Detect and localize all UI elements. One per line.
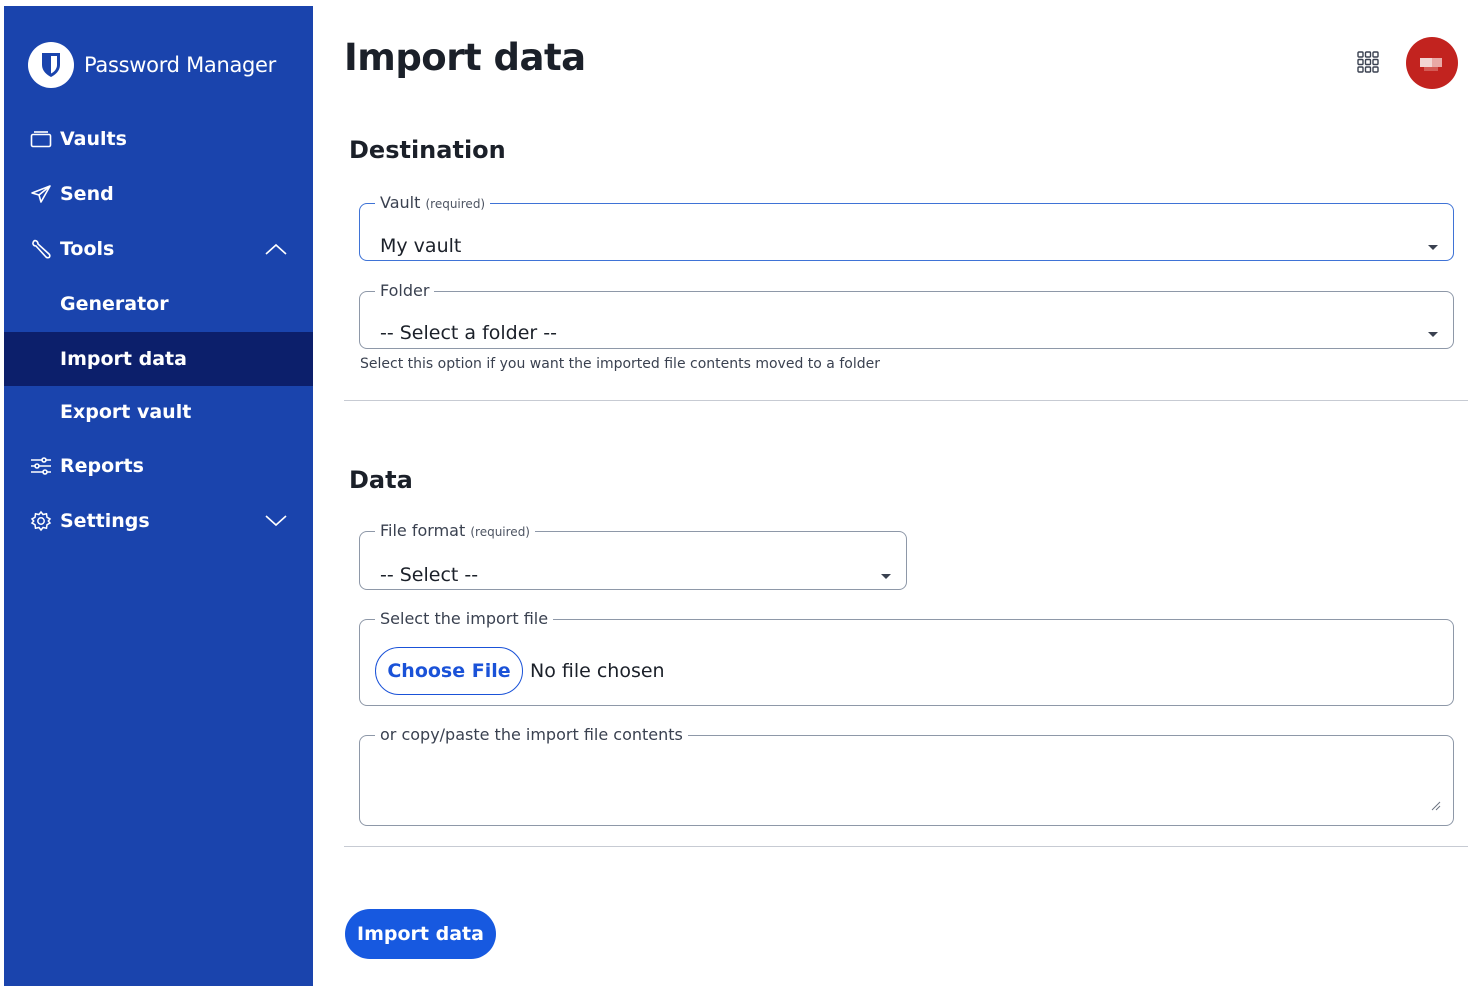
vault-icon bbox=[30, 128, 52, 150]
sidebar-item-label: Settings bbox=[60, 510, 150, 532]
sidebar-item-label: Tools bbox=[60, 238, 115, 260]
file-format-select[interactable]: File format (required) -- Select -- bbox=[359, 523, 907, 590]
sidebar-item-tools[interactable]: Tools bbox=[4, 222, 313, 276]
sidebar-item-send[interactable]: Send bbox=[4, 167, 313, 221]
folder-select[interactable]: Folder -- Select a folder -- bbox=[359, 283, 1454, 349]
sidebar-item-reports[interactable]: Reports bbox=[4, 439, 313, 493]
caret-down-icon bbox=[881, 574, 891, 579]
sidebar-item-label: Generator bbox=[60, 293, 169, 315]
folder-hint: Select this option if you want the impor… bbox=[360, 356, 880, 372]
vault-field-label: Vault (required) bbox=[380, 193, 486, 212]
grid-icon[interactable] bbox=[1356, 50, 1380, 74]
sidebar-item-vaults[interactable]: Vaults bbox=[4, 112, 313, 166]
file-format-select-value: -- Select -- bbox=[380, 564, 479, 586]
import-file-field-label: Select the import file bbox=[380, 609, 549, 628]
choose-file-button[interactable]: Choose File bbox=[375, 647, 523, 695]
destination-section-title: Destination bbox=[349, 136, 506, 164]
sidebar-item-label: Send bbox=[60, 183, 114, 205]
sliders-icon bbox=[30, 455, 52, 477]
brand-name: Password Manager bbox=[84, 53, 277, 77]
sidebar-item-generator[interactable]: Generator bbox=[4, 277, 313, 331]
resize-grip-icon[interactable] bbox=[1431, 796, 1441, 815]
shield-logo-icon bbox=[28, 42, 74, 88]
paper-plane-icon bbox=[30, 183, 52, 205]
sidebar-item-label: Vaults bbox=[60, 128, 127, 150]
chevron-down-icon[interactable] bbox=[265, 511, 287, 533]
folder-field-label: Folder bbox=[380, 281, 430, 300]
caret-down-icon bbox=[1428, 245, 1438, 250]
vault-select-value: My vault bbox=[380, 235, 462, 257]
folder-select-value: -- Select a folder -- bbox=[380, 322, 557, 344]
sidebar-item-label: Export vault bbox=[60, 401, 192, 423]
import-data-button[interactable]: Import data bbox=[345, 909, 496, 959]
file-format-field-label: File format (required) bbox=[380, 521, 530, 540]
import-file-field: Select the import file Choose File No fi… bbox=[359, 611, 1454, 706]
chevron-up-icon[interactable] bbox=[265, 239, 287, 261]
data-section-title: Data bbox=[349, 466, 413, 494]
section-divider bbox=[344, 400, 1468, 401]
sidebar-item-import-data[interactable]: Import data bbox=[4, 332, 313, 386]
paste-contents-field-label: or copy/paste the import file contents bbox=[380, 725, 683, 744]
page-title: Import data bbox=[344, 36, 586, 79]
caret-down-icon bbox=[1428, 332, 1438, 337]
sidebar-item-label: Reports bbox=[60, 455, 144, 477]
avatar[interactable] bbox=[1406, 37, 1458, 89]
section-divider bbox=[344, 846, 1468, 847]
sidebar: Password Manager Vaults Send Tools Gener… bbox=[4, 6, 313, 986]
sidebar-item-settings[interactable]: Settings bbox=[4, 494, 313, 548]
vault-select[interactable]: Vault (required) My vault bbox=[359, 195, 1454, 261]
sidebar-item-label: Import data bbox=[60, 348, 187, 370]
wrench-icon bbox=[30, 238, 52, 260]
brand[interactable]: Password Manager bbox=[28, 42, 276, 88]
sidebar-item-export-vault[interactable]: Export vault bbox=[4, 385, 313, 439]
file-status: No file chosen bbox=[530, 660, 665, 682]
paste-contents-textarea[interactable]: or copy/paste the import file contents bbox=[359, 727, 1454, 826]
gear-icon bbox=[30, 510, 52, 532]
